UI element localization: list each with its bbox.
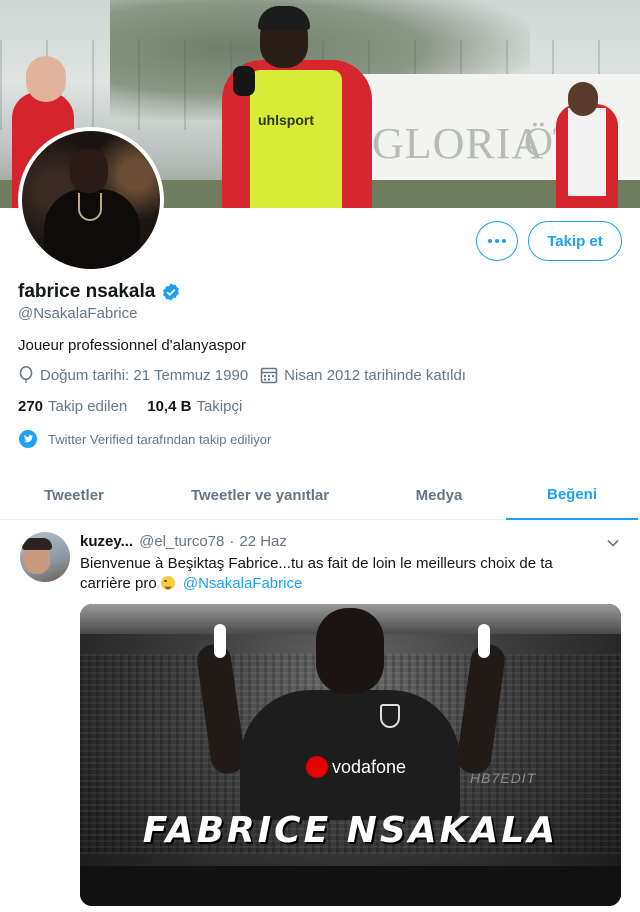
tweet-text: Bienvenue à Beşiktaş Fabrice...tu as fai…: [80, 554, 600, 594]
tweet-separator: ·: [229, 533, 235, 550]
following-count: 270: [18, 398, 44, 415]
followers-link[interactable]: 10,4 B Takipçi: [147, 398, 242, 415]
tweet-author-avatar[interactable]: [20, 532, 70, 582]
display-name: fabrice nsakala: [18, 281, 156, 302]
tweet-text-line-1: Bienvenue à Beşiktaş Fabrice...tu as fai…: [80, 555, 553, 572]
vest-logo-text: uhlsport: [258, 112, 314, 128]
verified-badge-icon: [163, 283, 180, 301]
wink-emoji-icon: [160, 576, 175, 590]
balloon-icon: [19, 366, 33, 383]
media-watermark: HB7EDIT: [470, 770, 537, 786]
profile-tabs: Tweetler Tweetler ve yanıtlar Medya Beğe…: [0, 470, 640, 520]
tab-likes[interactable]: Beğeni: [506, 470, 638, 520]
profile-meta: Doğum tarihi: 21 Temmuz 1990 Nisan 2012 …: [18, 366, 478, 384]
followers-label: Takipçi: [196, 398, 243, 415]
joined-item: Nisan 2012 tarihinde katıldı: [260, 366, 466, 384]
chevron-down-icon[interactable]: [606, 536, 620, 550]
calendar-icon: [260, 367, 278, 384]
followed-by-text: Twitter Verified tarafından takip ediliy…: [48, 431, 272, 447]
banner-wall-text: GLORIA: [372, 119, 545, 168]
tab-tweets-and-replies[interactable]: Tweetler ve yanıtlar: [148, 470, 372, 520]
more-dots-icon: [488, 239, 492, 243]
tweet-text-line-2: carrière pro: [80, 575, 157, 592]
tweet-mention-link[interactable]: @NsakalaFabrice: [183, 575, 302, 592]
followers-count: 10,4 B: [147, 398, 192, 415]
tweet-author-name[interactable]: kuzey...: [80, 533, 133, 550]
following-label: Takip edilen: [48, 398, 128, 415]
tweet-date[interactable]: 22 Haz: [239, 533, 287, 550]
profile-name-row: fabrice nsakala: [18, 281, 181, 303]
profile-handle: @NsakalaFabrice: [18, 305, 138, 322]
birthday-text: Doğum tarihi: 21 Temmuz 1990: [40, 366, 249, 384]
birthday-item: Doğum tarihi: 21 Temmuz 1990: [18, 366, 248, 384]
follow-button[interactable]: Takip et: [528, 221, 622, 261]
tab-media[interactable]: Medya: [372, 470, 506, 520]
profile-bio: Joueur professionnel d'alanyaspor: [18, 337, 247, 354]
club-crest-icon: [380, 704, 400, 728]
tweet-header: kuzey... @el_turco78 · 22 Haz: [80, 533, 287, 550]
sponsor-logo: vodafone: [306, 756, 406, 778]
follow-stats: 270 Takip edilen 10,4 B Takipçi: [18, 398, 262, 415]
joined-text: Nisan 2012 tarihinde katıldı: [284, 366, 466, 384]
sponsor-text: vodafone: [332, 756, 407, 777]
media-caption: FABRICE NSAKALA: [142, 810, 559, 851]
tweet-media-image[interactable]: vodafone HB7EDIT FABRICE NSAKALA: [80, 604, 621, 906]
twitter-bird-icon: [19, 430, 37, 448]
following-link[interactable]: 270 Takip edilen: [18, 398, 127, 415]
tab-tweets[interactable]: Tweetler: [0, 470, 148, 520]
tweet-author-handle[interactable]: @el_turco78: [139, 533, 224, 550]
more-options-button[interactable]: [476, 221, 518, 261]
followed-by-note[interactable]: Twitter Verified tarafından takip ediliy…: [18, 429, 271, 449]
profile-avatar[interactable]: [18, 127, 164, 273]
